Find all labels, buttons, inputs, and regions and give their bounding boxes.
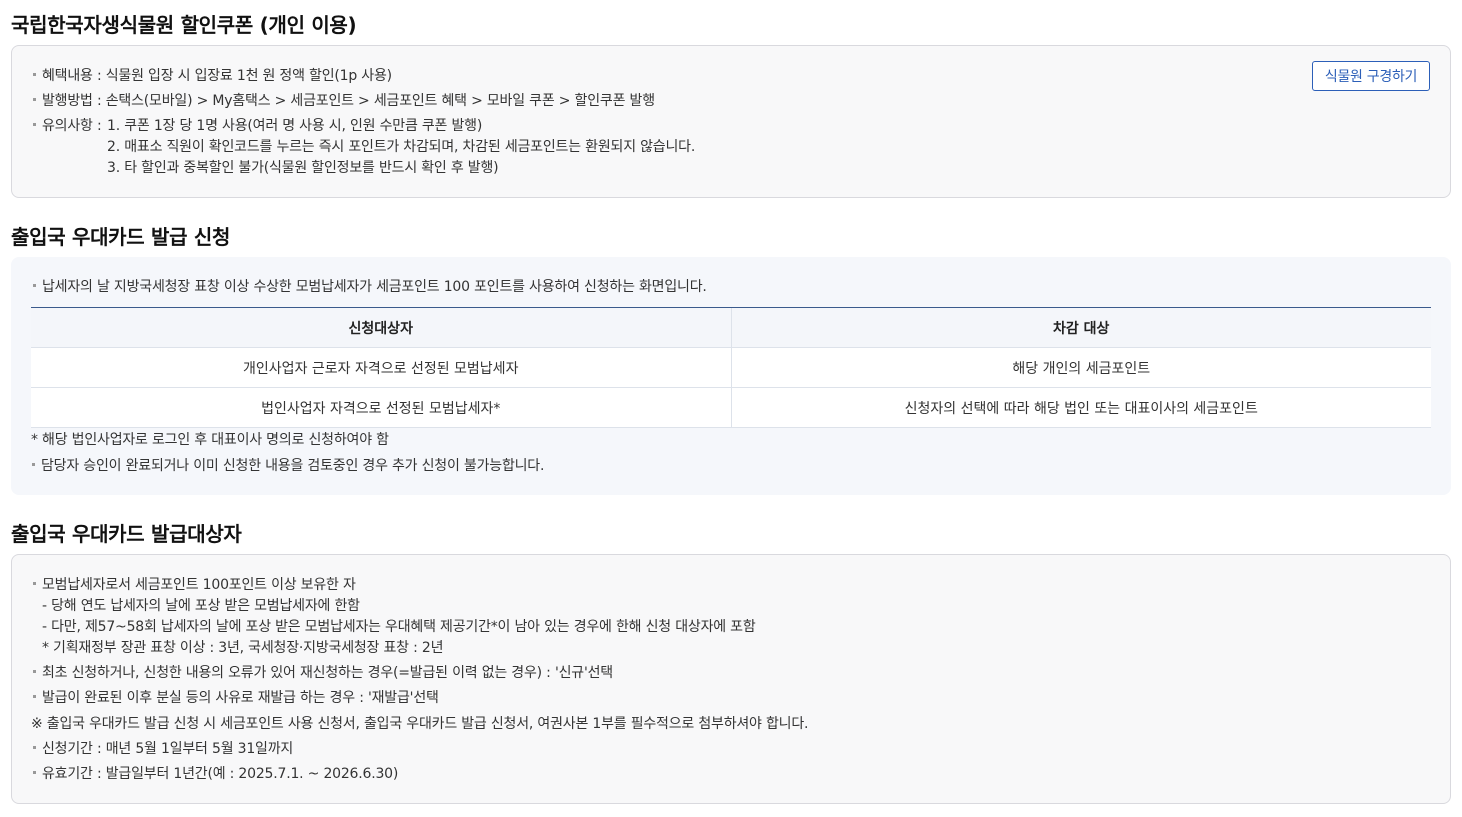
table-cell: 신청자의 선택에 따라 해당 법인 또는 대표이사의 세금포인트 <box>730 387 1431 428</box>
coupon-caution-item: 2. 매표소 직원이 확인코드를 누르는 즉시 포인트가 차감되며, 차감된 세… <box>107 139 696 155</box>
visit-garden-button[interactable]: 식물원 구경하기 <box>1312 61 1430 91</box>
eligibility-subitem: - 다만, 제57~58회 납세자의 날에 포상 받은 모범납세자는 우대혜택 … <box>42 619 756 635</box>
eligibility-item: 최초 신청하거나, 신청한 내용의 오류가 있어 재신청하는 경우(=발급된 이… <box>33 662 613 682</box>
card-apply-section-title: 출입국 우대카드 발급 신청 <box>11 225 231 249</box>
coupon-caution-label: 유의사항 : <box>33 115 102 135</box>
table-header-deduction: 차감 대상 <box>730 307 1431 348</box>
eligibility-item: 유효기간 : 발급일부터 1년간(예 : 2025.7.1. ~ 2026.6.… <box>32 763 398 783</box>
card-apply-note: 담당자 승인이 완료되거나 이미 신청한 내용을 검토중인 경우 추가 신청이 … <box>31 455 544 475</box>
table-header-row: 신청대상자 차감 대상 <box>31 307 1431 348</box>
table-row: 법인사업자 자격으로 선정된 모범납세자* 신청자의 선택에 따라 해당 법인 … <box>31 387 1431 428</box>
eligibility-subitem: - 당해 연도 납세자의 날에 포상 받은 모범납세자에 한함 <box>42 598 360 614</box>
eligibility-item: 신청기간 : 매년 5월 1일부터 5월 31일까지 <box>32 738 293 758</box>
table-row: 개인사업자 근로자 자격으로 선정된 모범납세자 해당 개인의 세금포인트 <box>31 347 1431 388</box>
eligibility-footnote: * 기획재정부 장관 표창 이상 : 3년, 국세청장·지방국세청장 표창 : … <box>42 640 444 656</box>
table-header-applicant: 신청대상자 <box>31 307 731 348</box>
card-apply-intro: 납세자의 날 지방국세청장 표창 이상 수상한 모범납세자가 세금포인트 100… <box>33 276 707 296</box>
applicant-table: 신청대상자 차감 대상 개인사업자 근로자 자격으로 선정된 모범납세자 해당 … <box>31 307 1431 428</box>
table-cell: 개인사업자 근로자 자격으로 선정된 모범납세자 <box>31 347 731 388</box>
coupon-caution-item: 3. 타 할인과 중복할인 불가(식물원 할인정보를 반드시 확인 후 발행) <box>107 160 499 176</box>
eligibility-notice: ※ 출입국 우대카드 발급 신청 시 세금포인트 사용 신청서, 출입국 우대카… <box>31 716 809 732</box>
table-cell: 해당 개인의 세금포인트 <box>730 347 1431 388</box>
eligibility-item: 모범납세자로서 세금포인트 100포인트 이상 보유한 자 <box>33 574 356 594</box>
coupon-caution-item: 1. 쿠폰 1장 당 1명 사용(여러 명 사용 시, 인원 수만큼 쿠폰 발행… <box>107 118 483 134</box>
coupon-benefit-text: 혜택내용 : 식물원 입장 시 입장료 1천 원 정액 할인(1p 사용) <box>33 65 392 85</box>
table-cell: 법인사업자 자격으로 선정된 모범납세자* <box>31 387 731 428</box>
card-eligibility-section-title: 출입국 우대카드 발급대상자 <box>11 522 242 546</box>
table-footnote: * 해당 법인사업자로 로그인 후 대표이사 명의로 신청하여야 함 <box>31 432 389 448</box>
coupon-issue-method-text: 발행방법 : 손택스(모바일) > My홈택스 > 세금포인트 > 세금포인트 … <box>33 90 655 110</box>
eligibility-item: 발급이 완료된 이후 분실 등의 사유로 재발급 하는 경우 : '재발급'선택 <box>33 687 439 707</box>
coupon-section-title: 국립한국자생식물원 할인쿠폰 (개인 이용) <box>11 13 357 37</box>
